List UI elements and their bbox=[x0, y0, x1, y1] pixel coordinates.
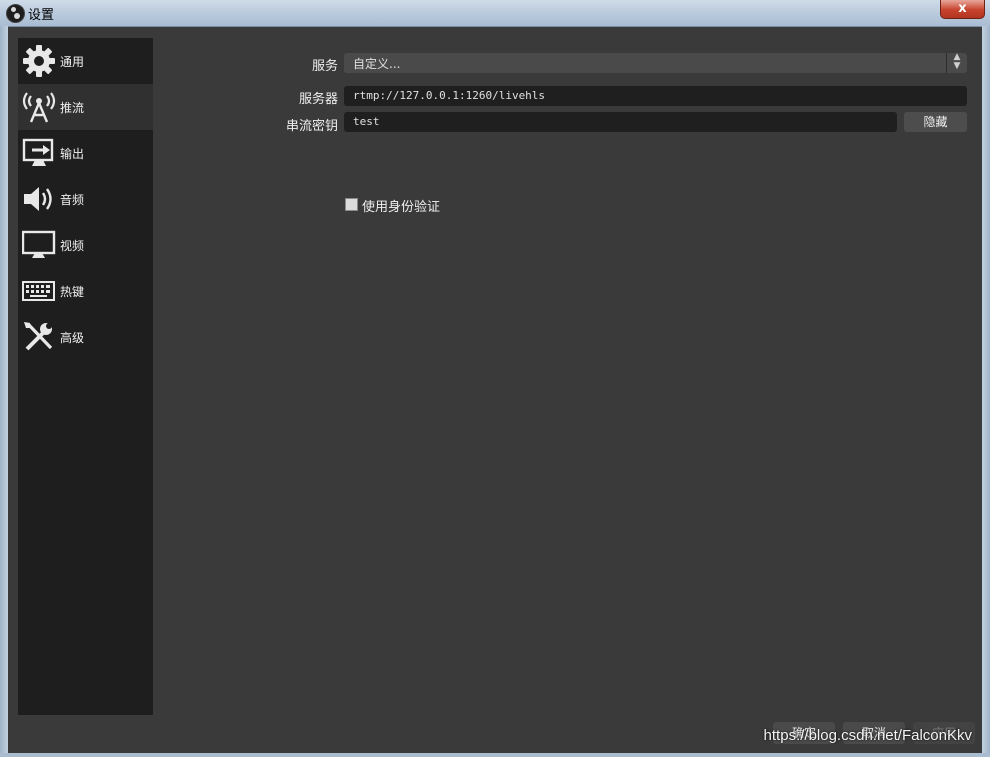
sidebar-item-label: 高级 bbox=[60, 330, 85, 345]
speaker-icon bbox=[24, 187, 52, 211]
broadcast-tower-icon bbox=[22, 92, 56, 123]
server-input-value: rtmp://127.0.0.1:1260/livehls bbox=[353, 89, 546, 102]
use-auth-label[interactable]: 使用身份验证 bbox=[362, 196, 440, 215]
monitor-icon bbox=[22, 230, 56, 258]
close-button[interactable]: x bbox=[940, 0, 985, 19]
sidebar-item-stream[interactable]: 推流 bbox=[18, 84, 153, 130]
server-input[interactable]: rtmp://127.0.0.1:1260/livehls bbox=[344, 86, 967, 106]
sidebar-item-advanced[interactable]: 高级 bbox=[18, 314, 153, 360]
sidebar-item-output[interactable]: 输出 bbox=[18, 130, 153, 176]
sidebar-item-label: 视频 bbox=[60, 238, 85, 253]
wrench-screwdriver-icon bbox=[24, 322, 53, 351]
stream-key-input[interactable]: test bbox=[344, 112, 897, 132]
watermark-text: https://blog.csdn.net/FalconKkv bbox=[763, 727, 972, 744]
service-select[interactable]: 自定义... ▲ ▼ bbox=[344, 53, 967, 73]
stream-key-label: 串流密钥 bbox=[285, 119, 338, 134]
window-title: 设置 bbox=[28, 8, 55, 23]
window-frame-left bbox=[0, 26, 8, 757]
keyboard-icon bbox=[22, 281, 55, 301]
sidebar-item-audio[interactable]: 音频 bbox=[18, 176, 153, 222]
obs-logo-icon bbox=[6, 4, 25, 23]
output-monitor-icon bbox=[22, 138, 54, 166]
server-label: 服务器 bbox=[298, 92, 338, 107]
sidebar-item-label: 输出 bbox=[60, 146, 85, 161]
sidebar-item-general[interactable]: 通用 bbox=[18, 38, 153, 84]
window-frame-bottom bbox=[0, 753, 990, 757]
gear-icon bbox=[23, 45, 55, 77]
sidebar-item-label: 推流 bbox=[60, 100, 85, 115]
settings-sidebar: 通用 推流 输出 音频 视频 热键 高级 bbox=[18, 38, 153, 715]
sidebar-item-video[interactable]: 视频 bbox=[18, 222, 153, 268]
updown-arrow-icon: ▲ ▼ bbox=[946, 53, 967, 73]
sidebar-item-label: 音频 bbox=[60, 192, 85, 207]
hide-key-button[interactable]: 隐藏 bbox=[904, 112, 967, 132]
service-label: 服务 bbox=[311, 59, 338, 74]
sidebar-item-label: 热键 bbox=[60, 284, 85, 299]
service-select-value: 自定义... bbox=[353, 57, 401, 71]
use-auth-checkbox[interactable] bbox=[345, 198, 358, 211]
stream-key-input-value: test bbox=[353, 115, 380, 128]
window-titlebar[interactable]: 设置 x bbox=[0, 0, 990, 27]
sidebar-item-hotkeys[interactable]: 热键 bbox=[18, 268, 153, 314]
sidebar-item-label: 通用 bbox=[60, 54, 85, 69]
window-frame-right bbox=[982, 26, 990, 757]
settings-panel: 通用 推流 输出 音频 视频 热键 高级 服务 自定义... ▲ ▼ 服务器 r… bbox=[8, 27, 982, 753]
